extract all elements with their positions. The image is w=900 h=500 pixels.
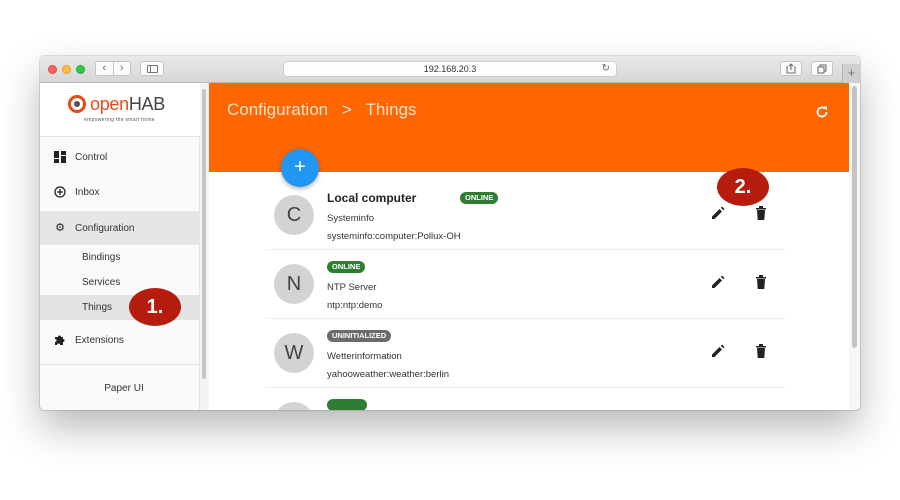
edit-icon[interactable] [711,344,725,358]
sidebar-item-control[interactable]: Control [40,140,200,174]
edit-icon[interactable] [711,206,725,220]
delete-icon[interactable] [755,343,767,358]
delete-icon[interactable] [755,205,767,220]
close-window-button[interactable] [48,65,57,74]
tabs-icon [817,64,827,74]
edit-icon[interactable] [711,275,725,289]
sidebar-item-inbox[interactable]: Inbox [40,175,200,209]
thing-title: Local computer [327,191,417,205]
sidebar-item-label: Inbox [75,186,100,198]
address-bar[interactable]: 192.168.20.3 ↻ [283,61,617,77]
thing-row[interactable] [265,388,785,410]
thing-uid: yahooweather:weather:berlin [327,369,449,380]
status-badge: UNINITIALIZED [327,330,392,342]
main-content: Configuration > Things + C Local compute… [209,83,849,410]
breadcrumb: Configuration > Things [227,100,417,120]
breadcrumb-parent[interactable]: Configuration [227,100,328,120]
thing-uid: ntp:ntp:demo [327,300,383,311]
status-badge: ONLINE [327,261,366,273]
show-tabs-button[interactable] [811,61,833,76]
reload-icon[interactable]: ↻ [602,62,610,76]
gear-icon: ⚙ [55,222,65,234]
minimize-window-button[interactable] [62,65,71,74]
zoom-window-button[interactable] [76,65,85,74]
browser-window: ‹ › 192.168.20.3 ↻ + openHAB empowering [40,56,860,410]
browser-toolbar: ‹ › 192.168.20.3 ↻ + [40,56,860,83]
thing-avatar: N [274,264,314,304]
back-button[interactable]: ‹ [96,62,114,75]
forward-button[interactable]: › [114,62,131,75]
thing-binding: Wetterinformation [327,351,402,362]
thing-binding: NTP Server [327,282,377,293]
share-button[interactable] [780,61,802,76]
sidebar-item-label: Configuration [75,222,135,234]
breadcrumb-current: Things [365,100,417,119]
sidebar-footer: Paper UI [104,383,144,394]
add-circle-icon [54,186,66,198]
thing-uid: systeminfo:computer:Pollux-OH [327,231,461,242]
history-nav: ‹ › [95,61,131,76]
sidebar-icon [147,65,158,73]
status-badge [327,399,367,410]
new-tab-button[interactable]: + [842,64,860,83]
sidebar-item-extensions[interactable]: Extensions [40,323,200,357]
add-thing-button[interactable]: + [281,149,319,187]
sidebar: openHAB empowering the smart home Contro… [40,83,200,410]
thing-row[interactable]: N ONLINE NTP Server ntp:ntp:demo [265,250,785,319]
logo-wordmark: openHAB [90,94,165,114]
thing-row[interactable]: C Local computer ONLINE Systeminfo syste… [265,181,785,250]
main-scrollbar[interactable] [849,83,860,410]
show-sidebar-button[interactable] [140,61,164,76]
annotation-callout-2: 2. [717,168,769,206]
thing-row[interactable]: W UNINITIALIZED Wetterinformation yahoow… [265,319,785,388]
thing-avatar [274,402,314,410]
sidebar-item-bindings[interactable]: Bindings [40,245,200,270]
sidebar-scrollbar[interactable] [200,83,209,410]
openhab-logo[interactable]: openHAB empowering the smart home [40,83,200,137]
thing-binding: Systeminfo [327,213,374,224]
delete-icon[interactable] [755,274,767,289]
breadcrumb-separator: > [341,100,352,119]
sidebar-item-label: Extensions [75,334,124,346]
puzzle-icon [55,335,65,345]
sidebar-item-configuration[interactable]: ⚙ Configuration [40,211,200,245]
sidebar-item-label: Control [75,151,108,163]
logo-tagline: empowering the smart home [84,117,155,123]
status-badge: ONLINE [460,192,499,204]
thing-avatar: W [274,333,314,373]
openhab-logo-icon [68,95,86,113]
url-text: 192.168.20.3 [423,64,477,74]
share-icon [786,63,796,74]
refresh-icon[interactable] [815,105,829,119]
sidebar-divider [40,364,200,365]
dashboard-icon [54,151,66,163]
sidebar-item-services[interactable]: Services [40,270,200,295]
thing-avatar: C [274,195,314,235]
annotation-callout-1: 1. [129,288,181,326]
